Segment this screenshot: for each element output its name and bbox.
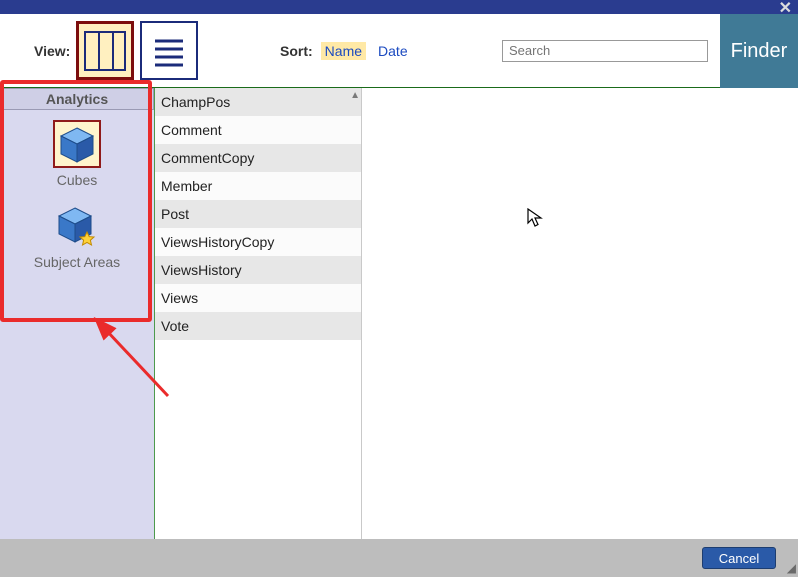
list-item[interactable]: ChampPos: [155, 88, 361, 116]
sidebar-item-cubes[interactable]: Cubes: [53, 120, 101, 188]
sort-block: Sort: Name Date: [280, 42, 412, 60]
list-item[interactable]: ViewsHistoryCopy: [155, 228, 361, 256]
list-item[interactable]: CommentCopy: [155, 144, 361, 172]
preview-pane: [362, 88, 798, 539]
list-item[interactable]: Comment: [155, 116, 361, 144]
list-column: ▲ ChampPos Comment CommentCopy Member Po…: [155, 88, 362, 539]
sort-by-name[interactable]: Name: [321, 42, 366, 60]
sort-label: Sort:: [280, 43, 313, 59]
sidebar-heading: Analytics: [0, 88, 154, 110]
cancel-button[interactable]: Cancel: [702, 547, 776, 569]
view-list-icon: [149, 31, 189, 71]
sort-by-date[interactable]: Date: [374, 42, 412, 60]
finder-button[interactable]: Finder: [720, 14, 798, 88]
sidebar-item-label: Cubes: [57, 172, 97, 188]
resize-grip-icon[interactable]: ◢: [787, 561, 796, 575]
search-input[interactable]: [502, 40, 708, 62]
list-item[interactable]: ViewsHistory: [155, 256, 361, 284]
main-area: Analytics Cubes: [0, 88, 798, 539]
view-list-button[interactable]: [140, 21, 198, 80]
cube-icon: [53, 120, 101, 168]
sidebar-item-label: Subject Areas: [34, 254, 120, 270]
sidebar-item-subject-areas[interactable]: Subject Areas: [34, 202, 120, 270]
title-bar: ✕: [0, 0, 798, 14]
view-columns-icon: [83, 29, 127, 73]
cube-star-icon: [53, 202, 101, 250]
list-item[interactable]: Member: [155, 172, 361, 200]
view-label: View:: [34, 43, 70, 59]
scroll-up-icon[interactable]: ▲: [350, 90, 360, 101]
sidebar: Analytics Cubes: [0, 88, 155, 539]
list-item[interactable]: Vote: [155, 312, 361, 340]
list-item[interactable]: Post: [155, 200, 361, 228]
list-item[interactable]: Views: [155, 284, 361, 312]
toolbar: View: Sort: Name Date Finder: [0, 14, 798, 88]
view-columns-button[interactable]: [76, 21, 134, 80]
footer-bar: Cancel ◢: [0, 539, 798, 577]
